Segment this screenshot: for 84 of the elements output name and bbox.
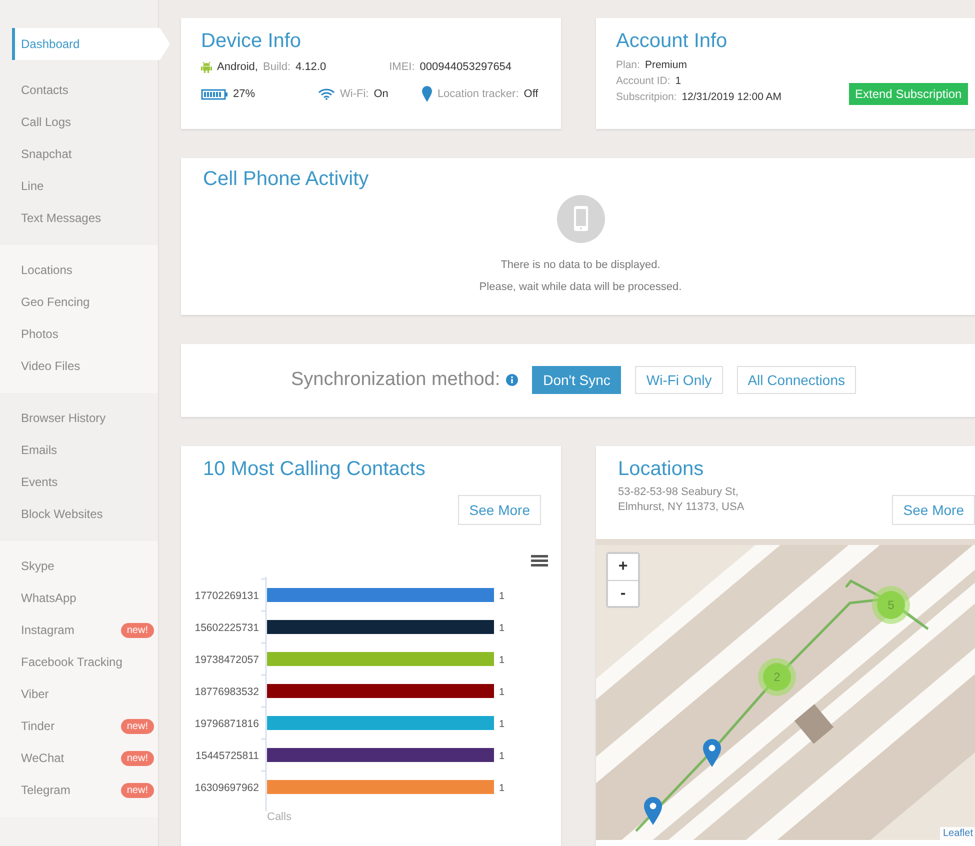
address-line: Elmhurst, NY 11373, USA [618, 500, 744, 515]
data-label: 1 [499, 623, 505, 634]
sidebar-item[interactable]: Facebook Tracking [0, 646, 158, 678]
see-more-button[interactable]: See More [458, 495, 541, 525]
address-line: 53-82-53-98 Seabury St, [618, 485, 740, 500]
location-value: Off [524, 88, 538, 100]
imei-label: IMEI: [389, 61, 415, 73]
sync-label: Synchronization method: [291, 369, 500, 392]
os-name: Android, [217, 61, 258, 73]
phone-icon [556, 195, 604, 243]
field-value: 1 [675, 75, 682, 87]
menu-icon[interactable] [531, 555, 548, 566]
sidebar-item[interactable]: Viber [0, 678, 158, 710]
field-value: Premium [644, 59, 687, 71]
build-value: 4.12.0 [296, 61, 326, 73]
imei-value: 000944053297654 [420, 61, 512, 73]
sidebar-item[interactable]: Events [0, 466, 158, 498]
build-label: Build: [262, 61, 291, 73]
field-label: Subscritpion: [616, 91, 677, 103]
sidebar-item[interactable]: Telegram new! [0, 774, 158, 806]
sidebar-item[interactable]: Snapchat [0, 138, 158, 170]
field-label: Plan: [616, 59, 640, 71]
empty-message: There is no data to be displayed. [500, 259, 660, 271]
card-title: Account Info [616, 30, 728, 53]
zoom-out-button[interactable]: - [608, 580, 638, 606]
sidebar-item[interactable]: Line [0, 170, 158, 202]
data-label: 1 [499, 687, 505, 698]
card-title: Cell Phone Activity [203, 168, 369, 191]
field-value: 12/31/2019 12:00 AM [682, 91, 782, 103]
axis-label: 18776983532 [194, 686, 259, 698]
map-pin-icon[interactable] [703, 739, 721, 767]
sidebar-item[interactable]: WhatsApp [0, 582, 158, 614]
wifi-label: Wi-Fi: [340, 88, 369, 100]
sidebar-item[interactable]: Emails [0, 434, 158, 466]
sidebar-item[interactable]: WeChat new! [0, 742, 158, 774]
sidebar-item[interactable]: Text Messages [0, 202, 158, 234]
axis-title: Calls [267, 811, 292, 823]
see-more-button[interactable]: See More [892, 495, 975, 525]
sidebar-item[interactable]: Dashboard [12, 28, 170, 60]
field-label: Account ID: [616, 75, 670, 87]
sidebar-item[interactable]: Locations [0, 254, 158, 286]
data-label: 1 [499, 655, 505, 666]
sidebar-item[interactable]: Instagram new! [0, 614, 158, 646]
sidebar-item[interactable]: Block Websites [0, 498, 158, 530]
card-title: Locations [618, 458, 705, 481]
axis-label: 15445725811 [196, 750, 259, 762]
axis-label: 19796871816 [194, 718, 259, 730]
sidebar-item[interactable]: Video Files [0, 350, 158, 382]
card-title: Device Info [201, 30, 302, 53]
empty-message: Please, wait while data will be processed. [479, 281, 682, 293]
attribution-link[interactable]: Leaflet [940, 827, 975, 840]
axis-label: 16309697962 [194, 782, 259, 794]
new-badge: new! [120, 622, 154, 638]
new-badge: new! [120, 718, 154, 734]
map-pin-icon[interactable] [644, 797, 662, 825]
android-icon [201, 61, 212, 73]
battery-icon [201, 88, 228, 100]
axis-label: 19738472057 [194, 654, 259, 666]
sidebar-item[interactable]: Call Logs [0, 106, 158, 138]
wifi-icon [318, 88, 336, 100]
wifi-value: On [374, 88, 388, 100]
data-label: 1 [499, 719, 505, 730]
axis-label: 17702269131 [194, 590, 259, 602]
sync-option[interactable]: Wi-Fi Only [635, 366, 723, 394]
sidebar-item[interactable]: Tinder new! [0, 710, 158, 742]
location-pin-icon [422, 86, 432, 102]
data-label: 1 [499, 751, 505, 762]
battery-percent: 27% [233, 88, 256, 100]
sidebar-item[interactable]: Geo Fencing [0, 286, 158, 318]
card-title: 10 Most Calling Contacts [203, 458, 426, 481]
info-icon [506, 374, 518, 386]
sidebar-item[interactable]: Photos [0, 318, 158, 350]
data-label: 1 [499, 783, 505, 794]
location-label: Location tracker: [437, 88, 519, 100]
extend-subscription-button[interactable]: Extend Subscription [849, 83, 968, 105]
new-badge: new! [120, 782, 154, 798]
sync-option[interactable]: Don't Sync [532, 366, 622, 394]
data-label: 1 [499, 591, 505, 602]
sidebar-item[interactable]: Skype [0, 550, 158, 582]
sidebar-item[interactable]: Browser History [0, 402, 158, 434]
sidebar-item[interactable]: Contacts [0, 74, 158, 106]
axis-label: 15602225731 [194, 622, 259, 634]
sync-option[interactable]: All Connections [736, 366, 856, 394]
new-badge: new! [120, 750, 154, 766]
